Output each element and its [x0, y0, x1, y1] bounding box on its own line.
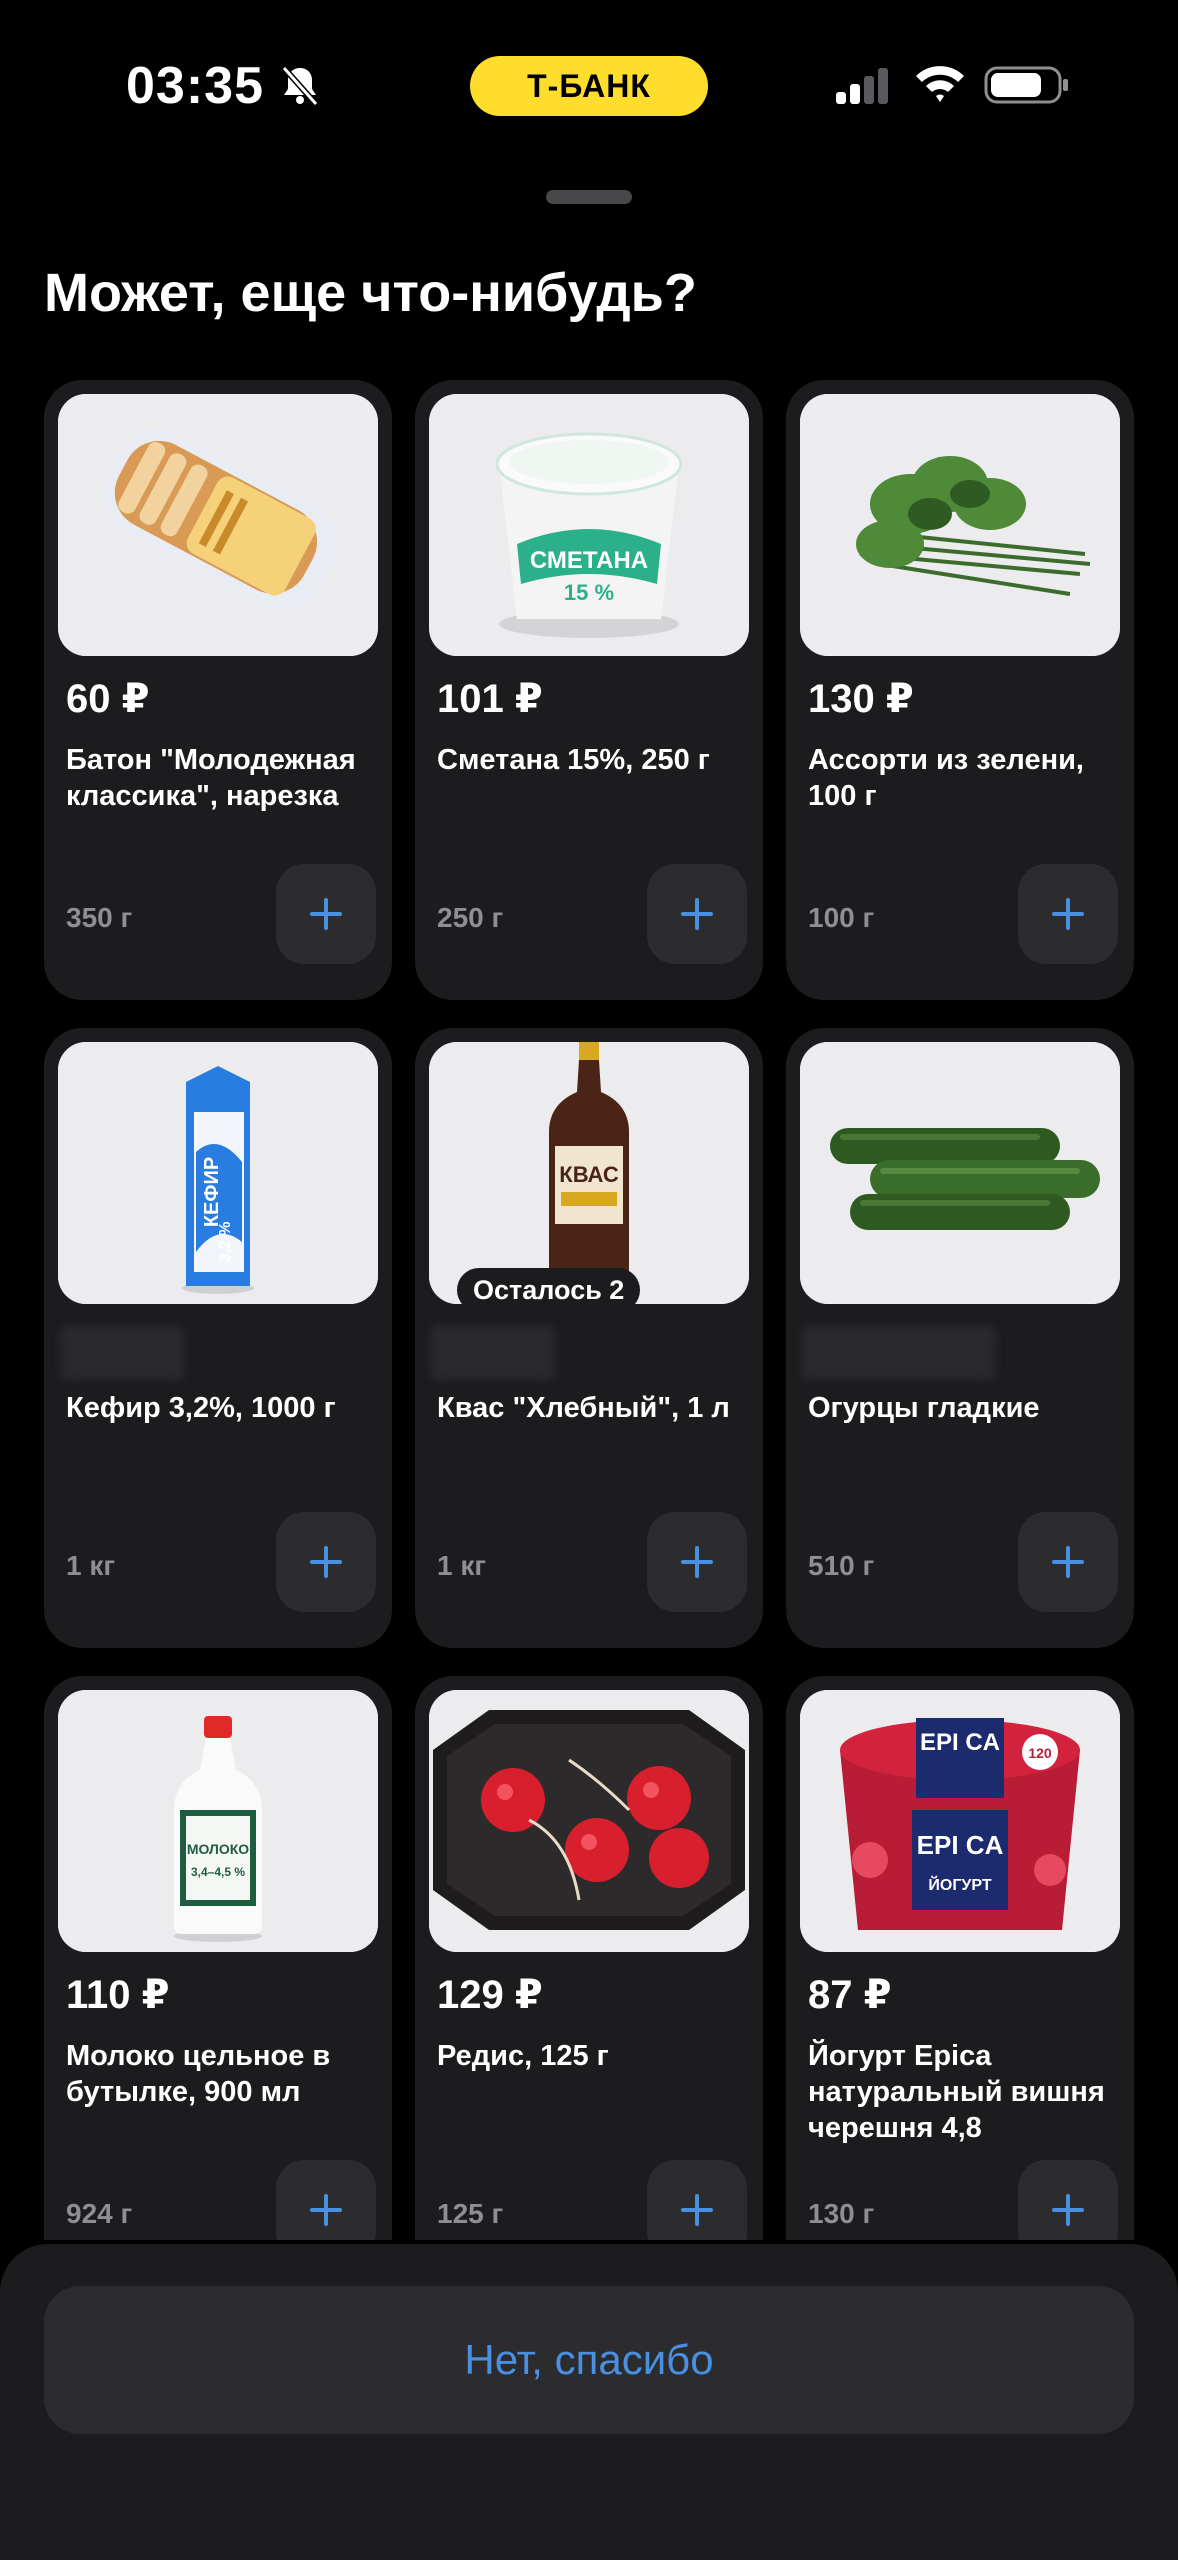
add-to-cart-button[interactable]: [276, 864, 376, 964]
add-to-cart-button[interactable]: [647, 1512, 747, 1612]
product-name: Ассорти из зелени, 100 г: [808, 744, 1084, 812]
product-image: EPI CA EPI CA ЙОГУРТ 120: [800, 1690, 1120, 1952]
milk-label: МОЛОКО: [187, 1841, 249, 1857]
product-price: 60 ₽: [66, 677, 150, 721]
product-card[interactable]: 130 ₽ Ассорти из зелени, 100 г 100 г: [786, 380, 1134, 1000]
product-name: Йогурт Epica натуральный вишня черешня 4…: [808, 2040, 1105, 2144]
product-price: 129 ₽: [437, 1973, 543, 2017]
product-image: МОЛОКО 3,4–4,5 %: [58, 1690, 378, 1952]
yogurt-image: EPI CA EPI CA ЙОГУРТ 120: [800, 1690, 1120, 1952]
product-image: КВАС Осталось 2: [429, 1042, 749, 1304]
product-price: 110 ₽: [66, 1973, 170, 2017]
product-card[interactable]: КЕФИР 3,2 % Кефир 3,2%, 1000 г 1 кг: [44, 1028, 392, 1648]
sour-cream-label: СМЕТАНА: [530, 547, 648, 574]
product-image: КЕФИР 3,2 %: [58, 1042, 378, 1304]
add-to-cart-button[interactable]: [1018, 1512, 1118, 1612]
product-name: Молоко цельное в бутылке, 900 мл: [66, 2040, 331, 2108]
kefir-percent: 3,2 %: [217, 1222, 234, 1263]
stock-badge: Осталось 2: [457, 1268, 641, 1304]
signal-icon: [836, 68, 888, 104]
product-card[interactable]: СМЕТАНА 15 % 101 ₽ Сметана 15%, 250 г 25…: [415, 380, 763, 1000]
bell-off-icon: [281, 66, 319, 106]
product-image: СМЕТАНА 15 %: [429, 394, 749, 656]
add-to-cart-button[interactable]: [1018, 864, 1118, 964]
product-image: [800, 394, 1120, 656]
product-weight: 130 г: [808, 2198, 875, 2229]
battery-icon: [984, 66, 1068, 104]
kefir-label: КЕФИР: [201, 1157, 223, 1227]
bread-image: [58, 394, 378, 656]
add-to-cart-button[interactable]: [1018, 2160, 1118, 2240]
add-to-cart-button[interactable]: [647, 2160, 747, 2240]
status-time: 03:35: [126, 57, 264, 115]
product-card[interactable]: Огурцы гладкие 510 г: [786, 1028, 1134, 1648]
product-weight: 1 кг: [437, 1550, 487, 1581]
product-name: Кефир 3,2%, 1000 г: [66, 1392, 336, 1424]
milk-image: МОЛОКО 3,4–4,5 %: [58, 1690, 378, 1952]
bank-pill[interactable]: Т-БАНК: [470, 56, 708, 116]
product-image: [429, 1690, 749, 1952]
add-to-cart-button[interactable]: [647, 864, 747, 964]
product-price: 87 ₽: [808, 1973, 892, 2017]
kvass-label: КВАС: [559, 1162, 619, 1187]
price-blurred: [431, 1326, 555, 1380]
product-weight: 125 г: [437, 2198, 504, 2229]
product-name: Квас "Хлебный", 1 л: [437, 1392, 730, 1424]
add-to-cart-button[interactable]: [276, 1512, 376, 1612]
cucumbers-image: [800, 1042, 1120, 1304]
product-weight: 924 г: [66, 2198, 133, 2229]
product-weight: 510 г: [808, 1550, 875, 1581]
product-price: 130 ₽: [808, 677, 914, 721]
sour-cream-percent: 15 %: [564, 580, 614, 605]
yogurt-brand-front: EPI CA: [917, 1830, 1004, 1860]
product-name: Огурцы гладкие: [808, 1392, 1040, 1424]
yogurt-brand: EPI CA: [920, 1729, 1000, 1756]
radish-image: [429, 1690, 749, 1952]
product-card[interactable]: КВАС Осталось 2 Квас "Хлебный", 1 л 1 кг: [415, 1028, 763, 1648]
product-card[interactable]: МОЛОКО 3,4–4,5 % 110 ₽ Молоко цельное в …: [44, 1676, 392, 2240]
product-weight: 100 г: [808, 902, 875, 933]
product-card[interactable]: EPI CA EPI CA ЙОГУРТ 120 87 ₽ Йогурт Epi…: [786, 1676, 1134, 2240]
product-weight: 250 г: [437, 902, 504, 933]
product-price: 101 ₽: [437, 677, 543, 721]
product-name: Сметана 15%, 250 г: [437, 744, 710, 776]
yogurt-subtitle: ЙОГУРТ: [928, 1875, 991, 1894]
sheet-title: Может, еще что-нибудь?: [44, 263, 697, 323]
product-card[interactable]: 60 ₽ Батон "Молодежная классика", нарезк…: [44, 380, 392, 1000]
greens-image: [800, 394, 1120, 656]
product-image: [800, 1042, 1120, 1304]
kefir-image: КЕФИР 3,2 %: [58, 1042, 378, 1304]
product-card[interactable]: 129 ₽ Редис, 125 г 125 г: [415, 1676, 763, 2240]
price-blurred: [802, 1326, 996, 1380]
product-weight: 1 кг: [66, 1550, 116, 1581]
no-thanks-button[interactable]: Нет, спасибо: [44, 2286, 1134, 2434]
sour-cream-image: СМЕТАНА 15 %: [429, 394, 749, 656]
milk-percent: 3,4–4,5 %: [191, 1865, 245, 1879]
product-grid[interactable]: 60 ₽ Батон "Молодежная классика", нарезк…: [0, 380, 1178, 2240]
yogurt-weight-badge: 120: [1028, 1745, 1052, 1761]
wifi-icon: [916, 66, 964, 102]
status-bar: 03:35 Т-БАНК: [0, 0, 1178, 170]
kvass-image: КВАС: [429, 1042, 749, 1304]
product-name: Редис, 125 г: [437, 2040, 609, 2072]
product-image: [58, 394, 378, 656]
price-blurred: [60, 1326, 184, 1380]
sheet-grab-handle[interactable]: [546, 190, 632, 204]
product-name: Батон "Молодежная классика", нарезка: [66, 744, 356, 812]
product-weight: 350 г: [66, 902, 133, 933]
add-to-cart-button[interactable]: [276, 2160, 376, 2240]
